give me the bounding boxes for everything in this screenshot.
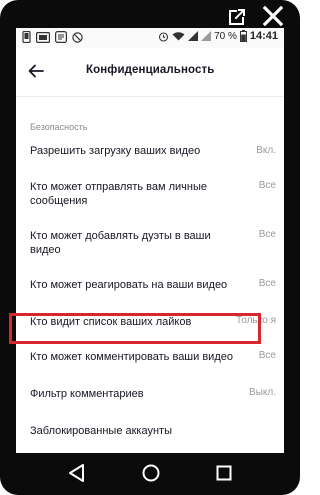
app-screen: 70 % 14:41 Конфиденциальность Безопаснос…: [16, 28, 284, 453]
setting-label: Кто может комментировать ваши видео: [30, 351, 233, 363]
setting-value: Все: [258, 350, 276, 361]
setting-label: Фильтр комментариев: [30, 388, 144, 400]
battery-percent: 70 %: [214, 30, 237, 42]
navigation-bar: [0, 453, 300, 495]
setting-value: Все: [258, 180, 276, 191]
media-icon: [55, 31, 67, 43]
signal-icon: [188, 31, 199, 41]
clock-time: 14:41: [249, 30, 278, 42]
blocked-icon: [72, 31, 83, 43]
setting-value: Все: [258, 229, 276, 240]
highlight-box: [9, 313, 261, 344]
wifi-icon: [172, 32, 185, 41]
setting-label: Разрешить загрузку ваших видео: [30, 145, 201, 157]
nav-recents-icon[interactable]: [213, 462, 235, 484]
setting-value: Все: [258, 278, 276, 289]
setting-label: Заблокированные аккаунты: [30, 425, 172, 437]
setting-label: Кто может добавлять дуэты в ваши видео: [30, 230, 211, 256]
setting-value: Выкл.: [249, 387, 276, 398]
close-icon[interactable]: [260, 3, 286, 29]
external-link-icon[interactable]: [226, 6, 248, 28]
section-header-security: Безопасность: [30, 122, 88, 132]
nav-back-icon[interactable]: [66, 462, 88, 484]
back-arrow-icon[interactable]: [26, 61, 46, 81]
setting-label: Кто может реагировать на ваши видео: [30, 279, 228, 291]
nav-home-icon[interactable]: [140, 462, 162, 484]
cast-icon: [36, 31, 50, 43]
signal-icon-2: [201, 31, 212, 41]
page-title: Конфиденциальность: [86, 64, 215, 76]
status-bar: 70 % 14:41: [16, 28, 284, 48]
app-header: Конфиденциальность: [16, 48, 284, 97]
phone-notification-icon: [22, 31, 31, 43]
alarm-icon: [159, 31, 169, 42]
setting-label: Кто может отправлять вам личные сообщени…: [30, 181, 208, 207]
battery-icon: [239, 30, 247, 42]
phone-frame: 70 % 14:41 Конфиденциальность Безопаснос…: [0, 0, 300, 495]
setting-value: Вкл.: [256, 145, 276, 156]
